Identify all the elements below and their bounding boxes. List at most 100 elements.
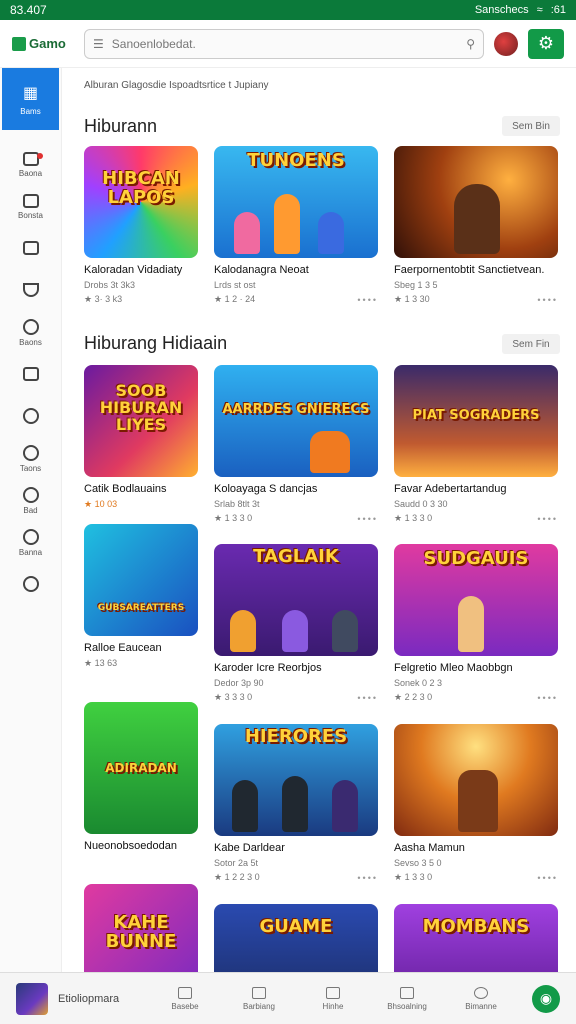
game-art-title: TUNOENS xyxy=(247,150,345,171)
sidebar-item-label: Banna xyxy=(18,548,43,557)
game-title: Karoder Icre Reorbjos xyxy=(214,662,322,674)
sidebar-item-list[interactable] xyxy=(0,354,61,396)
game-meta: Srlab 8tlt 3t xyxy=(214,499,260,509)
settings-button[interactable]: ⚙ xyxy=(528,28,564,59)
game-thumbnail[interactable]: KAHE BUNNE xyxy=(84,884,198,972)
game-meta-row: Sbeg 1 3 5 xyxy=(394,280,558,290)
game-title: Faerpornentobtit Sanctietvean. xyxy=(394,264,545,276)
game-thumbnail[interactable]: HIERORES xyxy=(214,724,378,836)
game-card[interactable]: Aasha Mamun Sevso 3 5 0 ★ 1 3 3 0 •••• xyxy=(394,724,558,886)
game-card[interactable]: Faerpornentobtit Sanctietvean. Sbeg 1 3 … xyxy=(394,146,558,308)
bottom-nav-active-button[interactable]: ◉ xyxy=(532,984,560,1013)
bottom-nav-item[interactable]: Bhsoalning xyxy=(370,986,444,1011)
game-card[interactable]: HIERORES Kabe Darldear Sotor 2a 5t ★ 1 2… xyxy=(214,724,378,886)
now-playing-label[interactable]: Etioliopmara xyxy=(58,993,148,1005)
bottom-nav-item[interactable]: Hinhe xyxy=(296,986,370,1011)
gear-icon: ⚙ xyxy=(537,33,555,53)
game-thumbnail[interactable]: GUBSAREATTERS xyxy=(84,524,198,636)
game-thumbnail[interactable]: AARRDES GNIERECS xyxy=(214,365,378,477)
more-options-icon[interactable]: •••• xyxy=(357,873,378,883)
sidebar-item-recent[interactable]: Taons xyxy=(0,438,61,480)
character-figure xyxy=(332,610,358,652)
game-card[interactable]: SUDGAUIS Felgretio Mleo Maobbgn Sonek 0 … xyxy=(394,544,558,706)
grid-icon xyxy=(326,986,340,999)
more-options-icon[interactable]: •••• xyxy=(357,514,378,524)
game-icon: ◉ xyxy=(539,990,553,1006)
game-rating: ★ 1 2 · 24 xyxy=(214,294,256,304)
game-rating-row: ★ 1 3 3 0 •••• xyxy=(214,513,378,524)
game-card[interactable]: TUNOENS Kalodanagra Neoat Lrds st ost ★ … xyxy=(214,146,378,308)
bottom-nav-item[interactable]: Basebe xyxy=(148,986,222,1011)
game-thumbnail[interactable]: MOMBANS xyxy=(394,904,558,972)
game-title: Felgretio Mleo Maobbgn xyxy=(394,662,513,674)
more-options-icon[interactable]: •••• xyxy=(537,873,558,883)
more-options-icon[interactable]: •••• xyxy=(357,693,378,703)
game-rating: ★ 13 63 xyxy=(84,658,118,668)
sidebar-item-more[interactable] xyxy=(0,564,61,606)
circle-icon xyxy=(22,407,39,424)
character-figure xyxy=(332,780,358,832)
game-card[interactable]: GUAME xyxy=(214,904,378,972)
character-figure xyxy=(318,212,344,254)
game-art-title: ADIRADAN xyxy=(105,761,177,775)
game-thumbnail[interactable]: HIBCAN LAPOS xyxy=(84,146,198,258)
game-art-title: GUAME xyxy=(259,916,333,937)
more-options-icon[interactable]: •••• xyxy=(537,295,558,305)
game-thumbnail[interactable]: TAGLAIK xyxy=(214,544,378,656)
chat-icon xyxy=(22,240,39,255)
game-art-title: HIERORES xyxy=(244,726,348,747)
sidebar-item-label: Taons xyxy=(19,464,42,473)
character-figure xyxy=(230,610,256,652)
game-thumbnail[interactable] xyxy=(394,146,558,258)
book-icon xyxy=(22,194,39,208)
search-input[interactable]: ☰ Sanoenlobedat. ⚲ xyxy=(84,28,484,59)
bottom-nav-item[interactable]: Barbiang xyxy=(222,986,296,1011)
bottom-bar: Etioliopmara Basebe Barbiang Hinhe Bhsoa… xyxy=(0,972,576,1024)
sidebar-item-circle[interactable] xyxy=(0,396,61,438)
game-card[interactable]: MOMBANS xyxy=(394,904,558,972)
game-thumbnail[interactable]: SUDGAUIS xyxy=(394,544,558,656)
sidebar-item-library[interactable]: Bonsta xyxy=(0,186,61,228)
search-icon[interactable]: ⚲ xyxy=(466,37,475,51)
more-options-icon[interactable]: •••• xyxy=(537,514,558,524)
sidebar-item-social[interactable]: Bad xyxy=(0,480,61,522)
app-logo[interactable]: Gamo xyxy=(12,36,74,51)
status-time: 83.407 xyxy=(10,3,47,17)
see-all-button[interactable]: Sem Fin xyxy=(502,334,560,354)
sidebar-item-done[interactable]: Banna xyxy=(0,522,61,564)
bear-figure xyxy=(458,770,498,832)
game-meta: Sevso 3 5 0 xyxy=(394,858,442,868)
game-thumbnail[interactable]: PIAT SOGRADERS xyxy=(394,365,558,477)
message-icon xyxy=(22,319,39,335)
see-all-button[interactable]: Sem Bin xyxy=(502,116,560,136)
home-icon xyxy=(178,986,192,999)
bottom-nav-item[interactable]: Bimanne xyxy=(444,986,518,1011)
wifi-icon: ≈ xyxy=(536,4,543,16)
sidebar-item-active[interactable]: ▦ Bams xyxy=(2,68,59,130)
now-playing-thumbnail[interactable] xyxy=(16,982,48,1015)
game-thumbnail[interactable]: ADIRADAN xyxy=(84,702,198,834)
game-card[interactable]: PIAT SOGRADERS Favar Adebertartandug Sau… xyxy=(394,365,558,527)
sidebar-item-chat[interactable] xyxy=(0,228,61,270)
game-thumbnail[interactable]: TUNOENS xyxy=(214,146,378,258)
user-avatar[interactable] xyxy=(494,31,518,56)
sidebar-item-messages[interactable]: Baons xyxy=(0,312,61,354)
more-options-icon[interactable]: •••• xyxy=(537,693,558,703)
sidebar-item-home[interactable]: Baona xyxy=(0,144,61,186)
game-rating-row: ★ 1 3 3 0 •••• xyxy=(394,872,558,883)
section-title: Hiburang Hidiaain xyxy=(84,333,228,353)
sidebar-item-favorites[interactable] xyxy=(0,270,61,312)
character-figure xyxy=(232,780,258,832)
game-thumbnail[interactable] xyxy=(394,724,558,836)
game-thumbnail[interactable]: GUAME xyxy=(214,904,378,972)
game-meta: Dedor 3p 90 xyxy=(214,678,264,688)
game-card[interactable]: AARRDES GNIERECS Koloayaga S dancjas Srl… xyxy=(214,365,378,527)
game-card[interactable]: TAGLAIK Karoder Icre Reorbjos Dedor 3p 9… xyxy=(214,544,378,706)
game-meta: Saudd 0 3 30 xyxy=(394,499,448,509)
game-thumbnail[interactable]: SOOB HIBURAN LIYES xyxy=(84,365,198,477)
game-meta-row: Sonek 0 2 3 xyxy=(394,678,558,688)
main-content: Alburan Glagosdie Ispoadtsrtice t Jupian… xyxy=(62,68,576,972)
menu-icon: ☰ xyxy=(93,36,104,51)
more-options-icon[interactable]: •••• xyxy=(357,295,378,305)
game-rating-row: ★ 1 2 2 3 0 •••• xyxy=(214,872,378,883)
